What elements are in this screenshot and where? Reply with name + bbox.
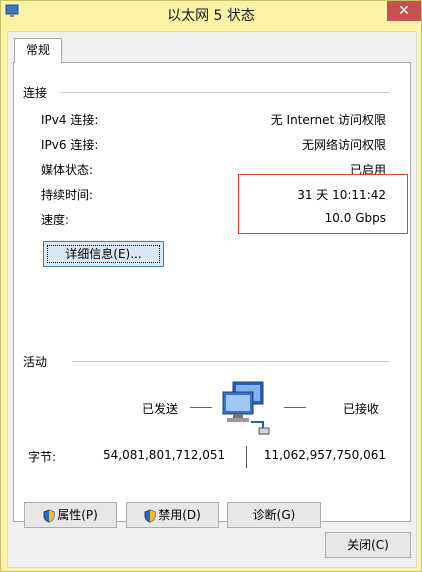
close-button[interactable]: 关闭(C) (325, 532, 411, 558)
ipv6-label: IPv6 连接: (41, 138, 99, 152)
received-line (284, 407, 306, 408)
close-button-label: 关闭(C) (347, 538, 389, 552)
sent-line (190, 407, 212, 408)
network-computers-icon (222, 381, 270, 435)
received-label: 已接收 (343, 402, 380, 416)
disable-button[interactable]: 禁用(D) (126, 502, 219, 528)
media-state-label: 媒体状态: (41, 163, 94, 177)
tab-panel-general: 连接 IPv4 连接: 无 Internet 访问权限 IPv6 连接: 无网络… (13, 62, 411, 528)
dialog-client: 常规 连接 IPv4 连接: 无 Internet 访问权限 IPv6 连接: … (7, 31, 417, 568)
speed-label: 速度: (41, 213, 70, 227)
bytes-separator (246, 446, 247, 468)
window-close-button[interactable]: ✕ (387, 1, 421, 21)
ipv4-value: 无 Internet 访问权限 (270, 113, 386, 127)
ipv6-value: 无网络访问权限 (301, 138, 386, 152)
disable-button-label: 禁用(D) (158, 508, 201, 522)
uac-shield-icon (43, 508, 55, 523)
tab-general[interactable]: 常规 (14, 38, 62, 63)
details-button[interactable]: 详细信息(E)... (43, 241, 164, 267)
connection-heading: 连接 (23, 86, 48, 100)
bytes-label: 字节: (28, 450, 57, 464)
connection-divider (60, 92, 390, 93)
diagnose-button-label: 诊断(G) (252, 508, 296, 522)
activity-heading: 活动 (23, 355, 48, 369)
activity-divider (72, 361, 390, 362)
uac-shield-icon (144, 508, 156, 523)
tab-general-label: 常规 (25, 43, 50, 57)
properties-button-label: 属性(P) (57, 508, 98, 522)
window-frame: 以太网 5 状态 ✕ 常规 连接 IPv4 连接: 无 Internet 访问权… (0, 0, 422, 572)
bytes-received-value: 11,062,957,750,061 (263, 448, 386, 462)
bytes-sent-value: 54,081,801,712,051 (103, 448, 226, 462)
properties-button[interactable]: 属性(P) (24, 502, 117, 528)
sent-label: 已发送 (142, 402, 179, 416)
highlight-box (238, 174, 408, 234)
close-icon: ✕ (398, 3, 410, 19)
ipv4-label: IPv4 连接: (41, 113, 99, 127)
title-bar[interactable]: 以太网 5 状态 ✕ (1, 1, 421, 27)
duration-label: 持续时间: (41, 188, 94, 202)
window-title: 以太网 5 状态 (167, 8, 255, 24)
diagnose-button[interactable]: 诊断(G) (227, 502, 321, 528)
details-button-label: 详细信息(E)... (65, 247, 142, 261)
